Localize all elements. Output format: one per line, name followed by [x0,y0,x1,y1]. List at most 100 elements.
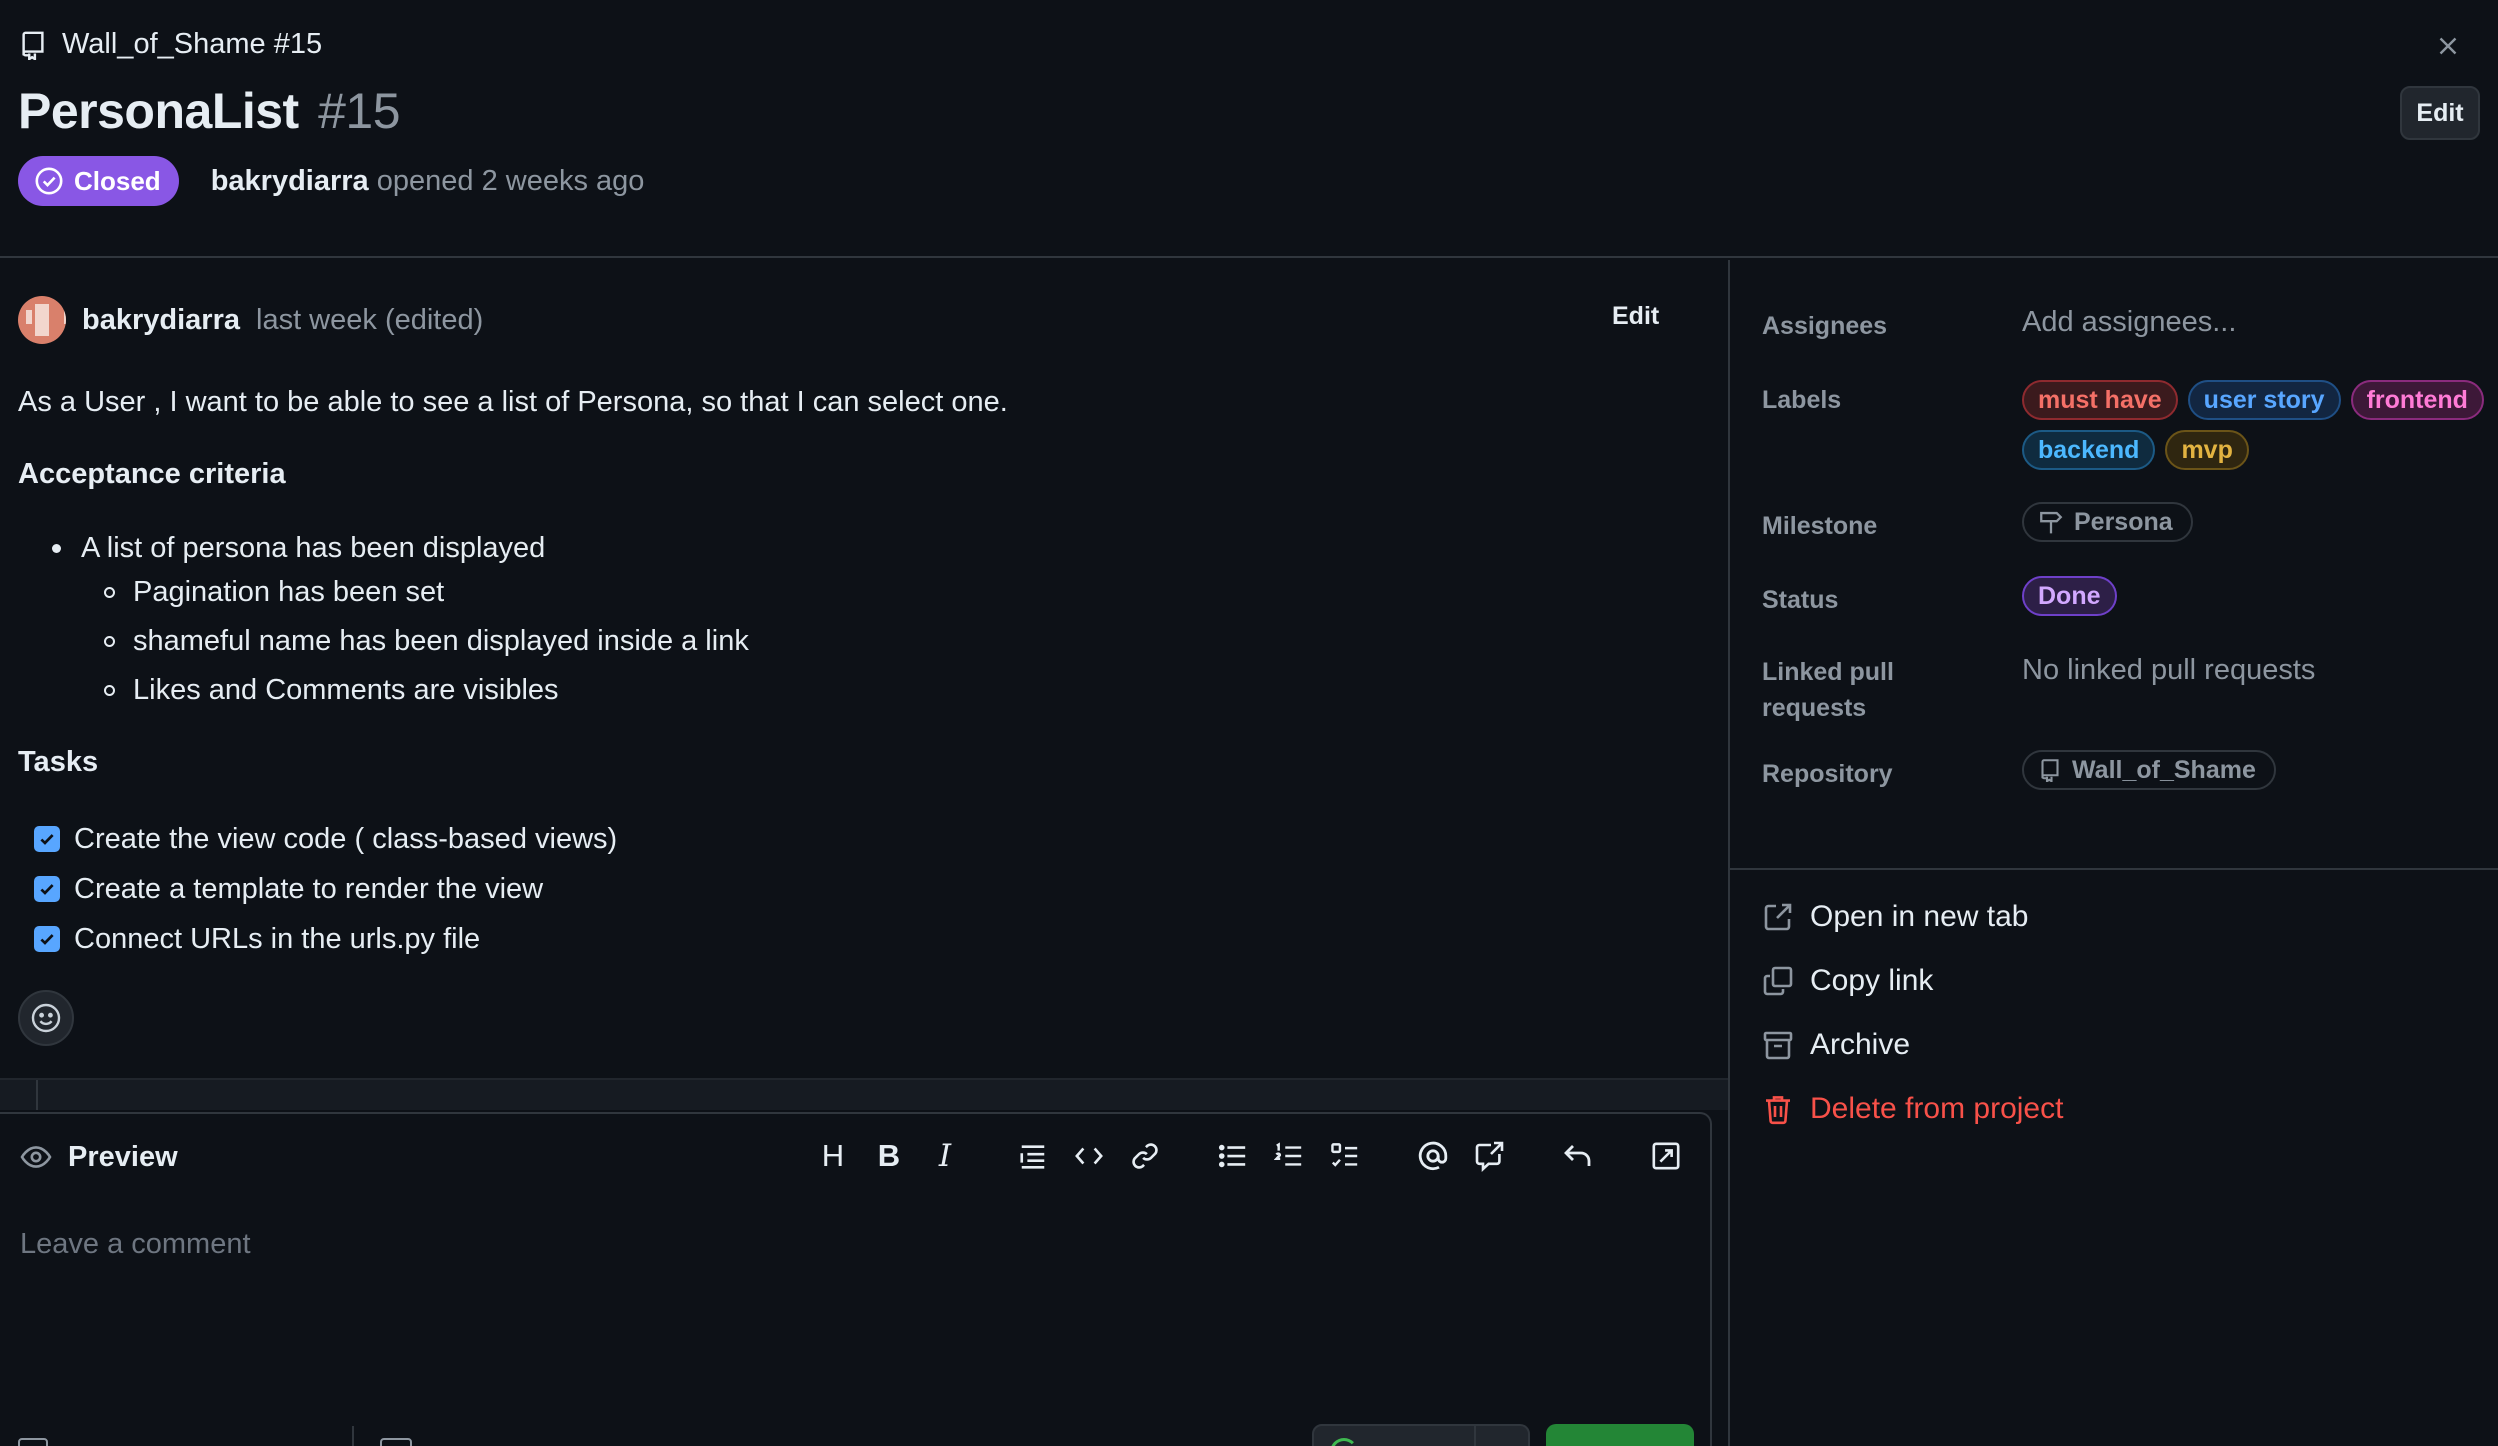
open-in-new-tab-label[interactable]: Open in new tab [1810,900,2028,934]
acceptance-heading: Acceptance criteria [18,458,286,490]
status-label: Status [1762,586,1839,614]
label-mvp[interactable]: mvp [2165,430,2249,470]
undo-icon[interactable] [1550,1134,1606,1178]
bold-icon[interactable]: B [861,1134,917,1178]
list-item-text: A list of persona has been displayed [81,531,546,564]
list-item: Likes and Comments are visibles [104,666,749,715]
numbered-list-icon[interactable] [1261,1134,1317,1178]
bullet-dot [52,543,61,553]
list-item-text: Likes and Comments are visibles [133,674,559,706]
bulleted-list-icon[interactable] [1205,1134,1261,1178]
task-list-icon[interactable] [1317,1134,1373,1178]
reference-icon[interactable] [1461,1134,1517,1178]
quote-icon[interactable] [1005,1134,1061,1178]
task-checkbox[interactable] [34,826,60,852]
fullscreen-icon[interactable] [1638,1134,1694,1178]
delete-from-project-label[interactable]: Delete from project [1810,1092,2063,1126]
milestone-field[interactable]: Persona [2022,502,2193,543]
status-badge: Closed [18,156,179,206]
task-item: Create the view code ( class-based views… [34,814,617,864]
delete-from-project-button[interactable]: Delete from project [1762,1092,2063,1126]
page-title: PersonaList #15 [18,82,401,140]
timeline-line [36,1080,38,1110]
edit-comment-button[interactable]: Edit [1612,302,1659,331]
formatting-toolbar-4 [1405,1134,1517,1178]
linked-pr-field[interactable]: No linked pull requests [2022,654,2315,687]
comment-editor: Preview H B I Leave a comment [0,1112,1712,1446]
heading-icon[interactable]: H [805,1134,861,1178]
preview-tab[interactable]: Preview [20,1114,178,1200]
formatting-toolbar-2 [1005,1134,1173,1178]
label-must-have[interactable]: must have [2022,380,2178,420]
repository-label: Repository [1762,760,1893,788]
repository-value[interactable]: Wall_of_Shame [2072,756,2256,785]
comment-time[interactable]: last week (edited) [256,304,483,337]
issue-number: #15 [318,83,401,139]
comment-submit-button[interactable] [1546,1424,1694,1446]
task-checkbox[interactable] [34,926,60,952]
task-text: Connect URLs in the urls.py file [74,922,481,955]
issue-status-row: Closed bakrydiarra opened 2 weeks ago [18,156,644,206]
author-link[interactable]: bakrydiarra [211,165,369,197]
breadcrumb[interactable]: Wall_of_Shame #15 [18,28,322,61]
linked-pr-label-line1: Linked pull [1762,658,1894,686]
add-reaction-button[interactable] [18,990,74,1046]
label-user-story[interactable]: user story [2187,380,2341,420]
trash-icon [1762,1093,1794,1125]
issue-sidebar: Assignees Add assignees... Labels must h… [1730,260,2498,1446]
mention-icon[interactable] [1405,1134,1461,1178]
status-field[interactable]: Done [2022,576,2117,616]
comment-textarea[interactable]: Leave a comment [20,1228,251,1261]
task-list: Create the view code ( class-based views… [34,814,617,964]
issue-header: Wall_of_Shame #15 PersonaList #15 Edit C… [0,0,2498,258]
comment-intro: As a User , I want to be able to see a l… [18,386,1008,418]
link-icon[interactable] [1117,1134,1173,1178]
milestone-label: Milestone [1762,512,1878,540]
code-icon[interactable] [1061,1134,1117,1178]
labels-label: Labels [1762,386,1842,414]
linked-pr-label: Linked pull requests [1762,654,1894,727]
reopen-icon [1330,1438,1358,1446]
repo-icon [18,30,48,60]
label-backend[interactable]: backend [2022,430,2156,470]
list-item: Pagination has been set [104,568,749,617]
status-value[interactable]: Done [2022,576,2117,616]
bottom-left-control[interactable] [18,1438,48,1446]
status-badge-label: Closed [74,165,161,196]
repository-field[interactable]: Wall_of_Shame [2022,750,2276,790]
dropdown-divider [1474,1426,1476,1446]
external-link-icon [1762,901,1794,933]
close-icon[interactable] [2428,26,2468,66]
open-in-new-tab-button[interactable]: Open in new tab [1762,900,2028,934]
close-issue-button[interactable] [1312,1424,1530,1446]
check-circle-icon [34,166,64,196]
smiley-icon [30,1002,62,1034]
breadcrumb-text[interactable]: Wall_of_Shame #15 [62,28,322,61]
avatar[interactable] [18,296,66,344]
formatting-toolbar-3 [1205,1134,1373,1178]
list-item-text: shameful name has been displayed inside … [133,625,749,657]
comment-author[interactable]: bakrydiarra [82,304,240,337]
sidebar-divider [1730,868,2498,870]
comment-placeholder: Leave a comment [20,1228,251,1260]
copy-link-label[interactable]: Copy link [1810,964,1933,998]
copy-icon [1762,965,1794,997]
opened-time: opened 2 weeks ago [376,164,645,197]
archive-button[interactable]: Archive [1762,1028,1910,1062]
preview-label[interactable]: Preview [68,1141,178,1174]
task-item: Create a template to render the view [34,864,617,914]
bottom-middle-control[interactable] [380,1438,412,1446]
repository-pill[interactable]: Wall_of_Shame [2022,750,2276,790]
italic-icon[interactable]: I [917,1134,973,1178]
milestone-value[interactable]: Persona [2074,508,2173,537]
copy-link-button[interactable]: Copy link [1762,964,1933,998]
opened-by: bakrydiarra opened 2 weeks ago [211,165,645,198]
archive-label[interactable]: Archive [1810,1028,1910,1062]
task-checkbox[interactable] [34,876,60,902]
assignees-field[interactable]: Add assignees... [2022,306,2236,339]
labels-list[interactable]: must have user story frontend backend mv… [2022,380,2492,470]
label-frontend[interactable]: frontend [2350,380,2484,420]
milestone-pill[interactable]: Persona [2022,502,2193,542]
edit-title-button[interactable]: Edit [2400,86,2480,140]
bullet-ring [104,636,115,647]
